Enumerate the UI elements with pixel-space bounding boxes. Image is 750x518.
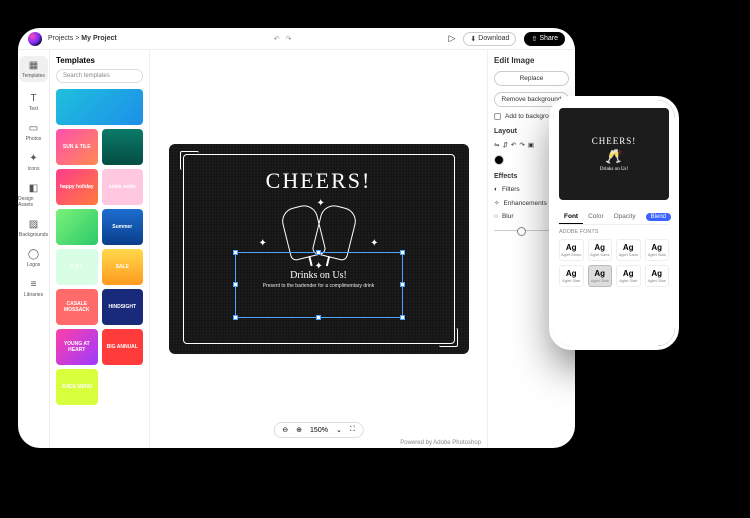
filters-icon: ◐: [494, 186, 498, 193]
template-thumb[interactable]: HINDSIGHT: [102, 289, 144, 325]
template-thumb[interactable]: CASALE MOSSACK: [56, 289, 98, 325]
rail-logos[interactable]: ◯Logos: [27, 248, 41, 268]
share-icon: ⇧: [531, 35, 537, 43]
template-thumb[interactable]: P O L: [56, 249, 98, 285]
rail-icons[interactable]: ✦Icons: [28, 152, 40, 172]
phone-tabs: Font Color Opacity Blend Effects: [559, 210, 669, 225]
fonts-section-label: ADOBE FONTS: [559, 229, 669, 235]
font-cell[interactable]: AgAglet Slab: [616, 265, 641, 287]
chevron-down-icon[interactable]: ⌄: [336, 426, 342, 434]
phone-art-sub: Drinks on Us!: [600, 167, 628, 172]
text-icon: T: [28, 92, 40, 104]
color-swatch[interactable]: [494, 155, 504, 165]
template-thumb[interactable]: happy holiday: [56, 169, 98, 205]
rail-templates[interactable]: ▦Templates: [19, 56, 48, 82]
phone-glasses-icon: 🥂: [605, 148, 622, 165]
tab-opacity[interactable]: Opacity: [609, 210, 641, 224]
zoom-level[interactable]: 150%: [310, 427, 328, 434]
tab-font[interactable]: Font: [559, 210, 583, 224]
panel-title: Templates: [56, 56, 143, 65]
phone-artwork[interactable]: CHEERS! 🥂 Drinks on Us!: [559, 108, 669, 200]
font-cell[interactable]: AgAglet Slab: [559, 265, 584, 287]
phone-art-title: CHEERS!: [592, 136, 637, 146]
share-button[interactable]: ⇧ Share: [524, 32, 565, 46]
canvas-area[interactable]: CHEERS! ✦ ✦ ✦ ✦ Drinks on Us! Present to…: [150, 50, 487, 448]
breadcrumb-root[interactable]: Projects: [48, 35, 73, 42]
template-thumb[interactable]: smile smile: [102, 169, 144, 205]
template-thumb[interactable]: YOUNG AT HEART: [56, 329, 98, 365]
libraries-icon: ≡: [28, 278, 40, 290]
logos-icon: ◯: [28, 248, 40, 260]
redo-icon[interactable]: ↷: [286, 35, 292, 43]
template-thumb[interactable]: SUN & TILE: [56, 129, 98, 165]
zoom-out-icon[interactable]: ⊖: [282, 426, 288, 434]
share-label: Share: [539, 35, 558, 42]
crop-icon[interactable]: ▣: [528, 141, 534, 149]
template-thumb[interactable]: JUICE MENU: [56, 369, 98, 405]
rotate-left-icon[interactable]: ↶: [511, 141, 516, 149]
templates-icon: ▦: [27, 59, 39, 71]
rail-assets[interactable]: ◧Design Assets: [18, 182, 49, 208]
top-bar: Projects > My Project ↶ ↷ ▷ ⬇ Download ⇧…: [18, 28, 575, 50]
phone-device: CHEERS! 🥂 Drinks on Us! Font Color Opaci…: [553, 100, 675, 346]
breadcrumb[interactable]: Projects > My Project: [48, 35, 117, 42]
flip-h-icon[interactable]: ⇋: [494, 141, 499, 149]
flip-v-icon[interactable]: ⇵: [502, 141, 507, 149]
artwork[interactable]: CHEERS! ✦ ✦ ✦ ✦ Drinks on Us! Present to…: [169, 144, 469, 354]
powered-by: Powered by Adobe Photoshop: [400, 440, 481, 446]
breadcrumb-current[interactable]: My Project: [81, 35, 116, 42]
backgrounds-icon: ▨: [28, 218, 40, 230]
selection-box[interactable]: [235, 252, 403, 318]
app-logo-icon: [28, 32, 42, 46]
tablet-device: Projects > My Project ↶ ↷ ▷ ⬇ Download ⇧…: [18, 28, 575, 448]
enhance-icon: ✧: [494, 199, 499, 207]
font-grid: AgAglet MonoAgAglet SansAgAglet SansAgAg…: [559, 239, 669, 287]
replace-button[interactable]: Replace: [494, 71, 569, 86]
checkbox-icon: [494, 113, 501, 120]
font-cell[interactable]: AgAglet Slab: [645, 239, 670, 261]
template-thumb[interactable]: BIG ANNUAL: [102, 329, 144, 365]
font-cell[interactable]: AgAglet Sans: [616, 239, 641, 261]
assets-icon: ◧: [28, 182, 40, 194]
undo-icon[interactable]: ↶: [274, 35, 280, 43]
template-thumb[interactable]: Summer: [102, 209, 144, 245]
template-grid: SUN & TILE happy holidaysmile smile Summer…: [56, 89, 143, 405]
rail-backgrounds[interactable]: ▨Backgrounds: [19, 218, 48, 238]
photos-icon: ▭: [27, 122, 39, 134]
edit-panel-title: Edit Image: [494, 56, 569, 65]
templates-panel: Templates Search templates SUN & TILE hap…: [50, 50, 150, 448]
rotate-right-icon[interactable]: ↷: [519, 141, 524, 149]
rail-libraries[interactable]: ≡Libraries: [24, 278, 43, 298]
font-cell[interactable]: AgAglet Sans: [588, 239, 613, 261]
template-thumb[interactable]: SALE: [102, 249, 144, 285]
download-button[interactable]: ⬇ Download: [463, 32, 516, 46]
play-icon[interactable]: ▷: [449, 33, 456, 44]
fit-icon[interactable]: ⛶: [350, 426, 355, 434]
tab-blend[interactable]: Blend: [641, 210, 675, 224]
template-thumb[interactable]: [56, 89, 143, 125]
template-thumb[interactable]: [56, 209, 98, 245]
zoom-toolbar: ⊖ ⊕ 150% ⌄ ⛶: [273, 422, 363, 438]
template-thumb[interactable]: [102, 129, 144, 165]
icons-icon: ✦: [28, 152, 40, 164]
search-input[interactable]: Search templates: [56, 69, 143, 83]
font-cell[interactable]: AgAglet Slab: [588, 265, 613, 287]
rail-photos[interactable]: ▭Photos: [26, 122, 42, 142]
download-icon: ⬇: [470, 35, 476, 43]
zoom-in-icon[interactable]: ⊕: [296, 426, 302, 434]
font-cell[interactable]: AgAglet Mono: [559, 239, 584, 261]
left-rail: ▦Templates TText ▭Photos ✦Icons ◧Design …: [18, 50, 50, 448]
download-label: Download: [478, 35, 509, 42]
rail-text[interactable]: TText: [28, 92, 40, 112]
blur-icon: ○: [494, 213, 498, 220]
tab-color[interactable]: Color: [583, 210, 609, 224]
font-cell[interactable]: AgAglet Slab: [645, 265, 670, 287]
